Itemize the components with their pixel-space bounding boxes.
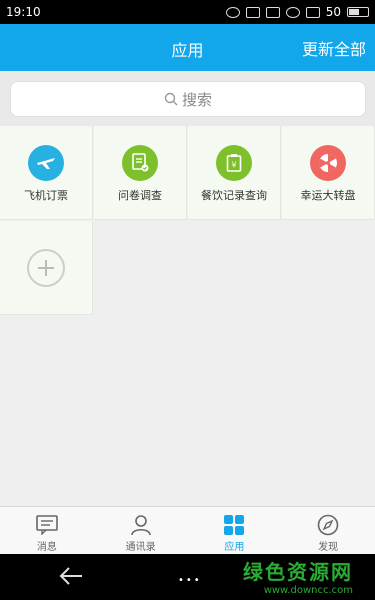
chat-notification-icon — [225, 6, 240, 18]
app-label: 问卷调查 — [118, 189, 162, 202]
app-label: 飞机订票 — [24, 189, 68, 202]
questionnaire-icon — [122, 145, 158, 181]
lucky-wheel-icon — [310, 145, 346, 181]
message-icon — [0, 514, 94, 536]
tab-label: 发现 — [318, 542, 339, 553]
app-label: 餐饮记录查询 — [201, 189, 267, 202]
menu-dots-icon[interactable]: ••• — [178, 575, 202, 586]
battery-icon — [347, 7, 369, 17]
compass-icon — [281, 514, 375, 536]
app-tile-flight[interactable]: 飞机订票 — [0, 126, 93, 220]
update-all-button[interactable]: 更新全部 — [302, 36, 366, 60]
tab-label: 通讯录 — [125, 542, 156, 553]
app-tile-dining[interactable]: ¥ 餐饮记录查询 — [188, 126, 281, 220]
image-notification-icon — [265, 6, 280, 18]
title-bar: 应用 更新全部 — [0, 24, 375, 71]
status-icons: 50 — [225, 5, 369, 19]
app-tile-lucky-wheel[interactable]: 幸运大转盘 — [282, 126, 375, 220]
search-icon — [164, 92, 178, 106]
signal-icon — [305, 6, 320, 18]
tab-messages[interactable]: 消息 — [0, 507, 94, 554]
system-nav-bar: ••• 绿色资源网 www.downcc.com — [0, 554, 375, 600]
tab-apps[interactable]: 应用 — [188, 507, 282, 554]
search-area: 搜索 — [0, 71, 375, 126]
tab-label: 消息 — [36, 542, 57, 553]
plus-icon — [27, 249, 65, 287]
app-tile-questionnaire[interactable]: 问卷调查 — [94, 126, 187, 220]
tab-contacts[interactable]: 通讯录 — [94, 507, 188, 554]
svg-text:¥: ¥ — [231, 161, 236, 170]
watermark: 绿色资源网 www.downcc.com — [243, 556, 353, 596]
add-app-button[interactable] — [0, 221, 93, 315]
status-bar: 19:10 50 — [0, 0, 375, 24]
tab-discover[interactable]: 发现 — [281, 507, 375, 554]
apps-grid-icon — [188, 514, 282, 536]
watermark-title: 绿色资源网 — [243, 560, 353, 584]
alarm-icon — [285, 6, 300, 18]
battery-level: 50 — [325, 5, 341, 19]
dining-record-icon: ¥ — [216, 145, 252, 181]
bottom-tab-bar: 消息 通讯录 应用 发现 — [0, 506, 375, 554]
mail-notification-icon — [245, 6, 260, 18]
airplane-ticket-icon — [28, 145, 64, 181]
search-placeholder: 搜索 — [181, 90, 212, 109]
tab-label: 应用 — [224, 542, 245, 553]
back-arrow-icon[interactable] — [58, 566, 84, 590]
status-time: 19:10 — [6, 5, 41, 19]
watermark-url: www.downcc.com — [263, 585, 353, 596]
contacts-icon — [94, 514, 188, 536]
search-input[interactable]: 搜索 — [10, 81, 366, 117]
app-label: 幸运大转盘 — [300, 189, 356, 202]
